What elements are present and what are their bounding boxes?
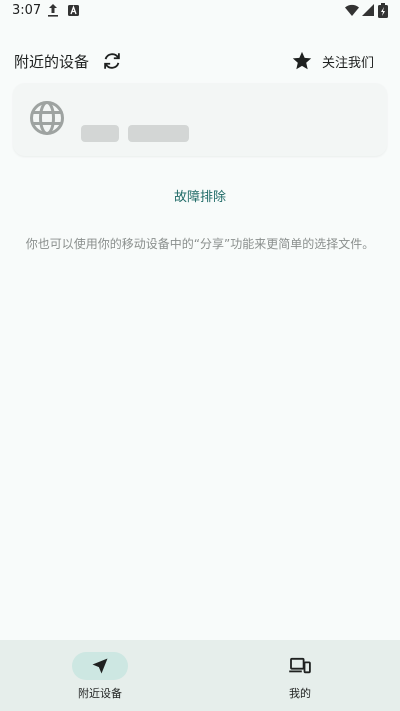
share-hint-text: 你也可以使用你的移动设备中的“分享”功能来更简单的选择文件。: [25, 237, 375, 251]
nav-item-nearby[interactable]: 附近设备: [40, 652, 160, 701]
send-icon: [92, 658, 108, 674]
wifi-icon: [345, 4, 359, 16]
device-name-placeholder: [81, 125, 119, 142]
signal-icon: [362, 4, 374, 16]
nav-active-indicator: [72, 652, 128, 680]
status-time: 3:07: [12, 3, 42, 18]
nav-label-nearby: 附近设备: [78, 687, 122, 700]
device-info-placeholder: [128, 125, 189, 142]
status-bar: 3:07: [0, 0, 400, 24]
battery-icon: [378, 3, 388, 18]
follow-us-label: 关注我们: [322, 55, 375, 71]
refresh-icon: [104, 53, 120, 69]
bottom-navigation: 附近设备 我的: [0, 640, 400, 711]
nav-pill-mine: [272, 652, 328, 680]
devices-icon: [289, 657, 311, 674]
upload-icon: [48, 4, 58, 17]
troubleshoot-link[interactable]: 故障排除: [0, 186, 400, 205]
refresh-button[interactable]: [100, 49, 124, 73]
follow-us-button[interactable]: 关注我们: [291, 48, 374, 74]
globe-icon: [30, 101, 64, 135]
app-a-icon: [68, 5, 79, 16]
device-card[interactable]: [13, 83, 387, 156]
page-title: 附近的设备: [14, 53, 90, 71]
nav-item-mine[interactable]: 我的: [240, 652, 360, 701]
nav-label-mine: 我的: [289, 687, 311, 700]
star-icon: [292, 51, 312, 70]
screen: 3:07 附近的设备 关注我们 故障排除 你也可以使用你的移动设备中的“分享”功…: [0, 0, 400, 711]
